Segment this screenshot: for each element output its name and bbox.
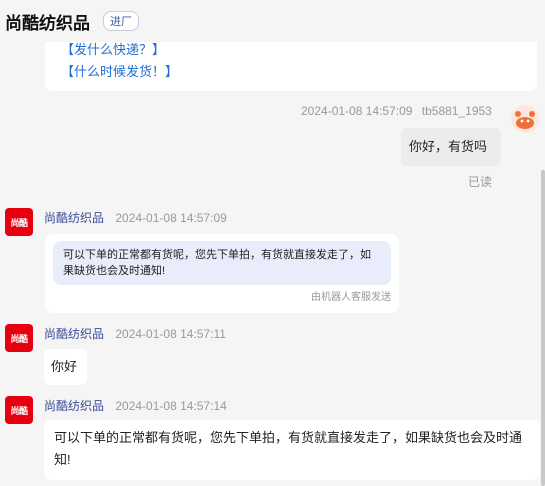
faq-link-delivery-time[interactable]: 【什么时候发货！】 [61,60,178,84]
read-status: 已读 [468,175,493,189]
shop-avatar[interactable]: 尚酷 [5,208,33,236]
shop-avatar[interactable]: 尚酷 [5,324,33,352]
shop-avatar[interactable]: 尚酷 [5,396,33,424]
message-time: 2024-01-08 14:57:11 [115,327,226,341]
message-text: 你好，有货吗 [409,139,488,154]
message-meta: 尚酷纺织品 2024-01-08 14:57:09 [44,209,227,226]
message-meta: 尚酷纺织品 2024-01-08 14:57:14 [44,397,227,414]
shop-message-bubble: 可以下单的正常都有货呢，您先下单拍，有货就直接发走了，如果缺货也会及时通知! [44,420,540,480]
user-message-bubble: 你好，有货吗 [401,128,501,166]
message-time: 2024-01-08 14:57:09 [301,104,413,118]
robot-sent-tag: 由机器人客服发送 [311,292,391,303]
sender-name: 尚酷纺织品 [44,399,105,413]
robot-message-text: 可以下单的正常都有货呢，您先下单拍，有货就直接发走了，如果缺货也会及时通知! [53,241,391,285]
crab-avatar-icon [511,105,539,133]
sender-name: tb5881_1953 [421,104,492,118]
message-text: 可以下单的正常都有货呢，您先下单拍，有货就直接发走了，如果缺货也会及时通知! [54,430,523,467]
sender-name: 尚酷纺织品 [44,327,105,341]
message-meta: 2024-01-08 14:57:09 tb5881_1953 [301,104,492,118]
shop-message-bubble: 你好 [44,349,87,385]
message-time: 2024-01-08 14:57:14 [115,399,227,413]
message-time: 2024-01-08 14:57:09 [115,211,227,225]
message-meta: 尚酷纺织品 2024-01-08 14:57:11 [44,325,226,342]
message-text: 你好 [51,359,78,374]
user-avatar[interactable] [511,105,539,133]
sender-name: 尚酷纺织品 [44,211,105,225]
chat-area: 【发什么快递？】 【什么时候发货！】 2024-01-08 14:57:09 t… [0,0,545,486]
shop-title[interactable]: 尚酷纺织品 [5,9,90,34]
chat-header: 尚酷纺织品 进厂 [0,0,545,42]
chat-scrollbar[interactable] [541,170,545,486]
robot-message-card: 可以下单的正常都有货呢，您先下单拍，有货就直接发走了，如果缺货也会及时通知! 由… [45,234,399,313]
enter-shop-badge[interactable]: 进厂 [103,11,139,31]
